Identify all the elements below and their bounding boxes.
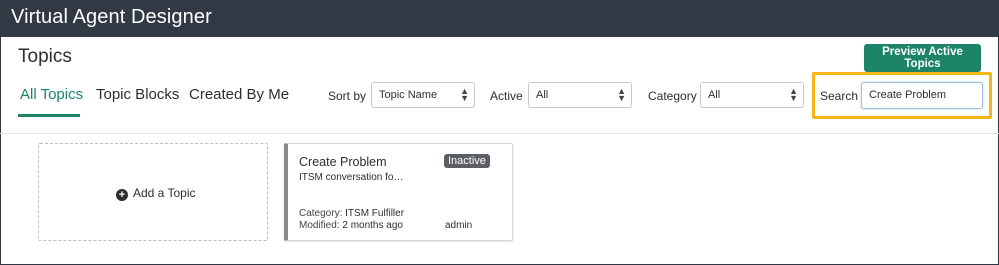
search-input[interactable]: Create Problem — [861, 82, 983, 109]
topic-owner: admin — [445, 220, 473, 231]
category-label: Category — [648, 89, 697, 103]
category-value: All — [708, 89, 721, 101]
active-tab-indicator — [18, 114, 80, 117]
plus-circle-icon: + — [116, 189, 128, 201]
sort-by-value: Topic Name — [379, 89, 438, 101]
tab-created-by-me[interactable]: Created By Me — [189, 86, 289, 103]
topic-category-label: Category: — [299, 208, 343, 219]
select-arrows-icon: ▲ ▼ — [617, 86, 626, 103]
active-value: All — [536, 89, 549, 101]
add-topic-button[interactable]: + Add a Topic — [116, 186, 196, 201]
search-label: Search — [820, 89, 859, 103]
add-topic-card[interactable]: + Add a Topic — [38, 143, 268, 241]
sort-by-select[interactable]: Topic Name ▲ ▼ — [371, 82, 475, 108]
active-select[interactable]: All ▲ ▼ — [528, 82, 632, 108]
topic-category-value: ITSM Fulfiller — [345, 208, 405, 219]
search-input-value: Create Problem — [869, 89, 947, 101]
select-arrows-icon: ▲ ▼ — [460, 86, 469, 103]
add-topic-label: Add a Topic — [133, 186, 196, 200]
preview-active-topics-button[interactable]: Preview Active Topics — [864, 44, 981, 72]
topic-category-row: Category: ITSM Fulfiller — [299, 208, 404, 219]
title-bar: Virtual Agent Designer — [0, 0, 999, 37]
header-divider — [0, 133, 999, 134]
category-select[interactable]: All ▲ ▼ — [700, 82, 804, 108]
topic-description: ITSM conversation fo… — [299, 172, 404, 183]
topic-modified-label: Modified: — [299, 220, 340, 231]
select-arrows-icon: ▲ ▼ — [789, 86, 798, 103]
topic-modified-value: 2 months ago — [342, 220, 403, 231]
page-title: Topics — [18, 46, 72, 67]
sort-by-label: Sort by — [328, 89, 367, 103]
topic-name: Create Problem — [299, 155, 387, 169]
active-label: Active — [490, 89, 523, 103]
status-badge: Inactive — [444, 154, 490, 168]
tab-all-topics[interactable]: All Topics — [20, 86, 83, 103]
topic-card[interactable]: Create Problem Inactive ITSM conversatio… — [284, 143, 513, 241]
topic-modified-row: Modified: 2 months ago — [299, 220, 403, 231]
app-title: Virtual Agent Designer — [11, 6, 212, 28]
tab-topic-blocks[interactable]: Topic Blocks — [96, 86, 179, 103]
